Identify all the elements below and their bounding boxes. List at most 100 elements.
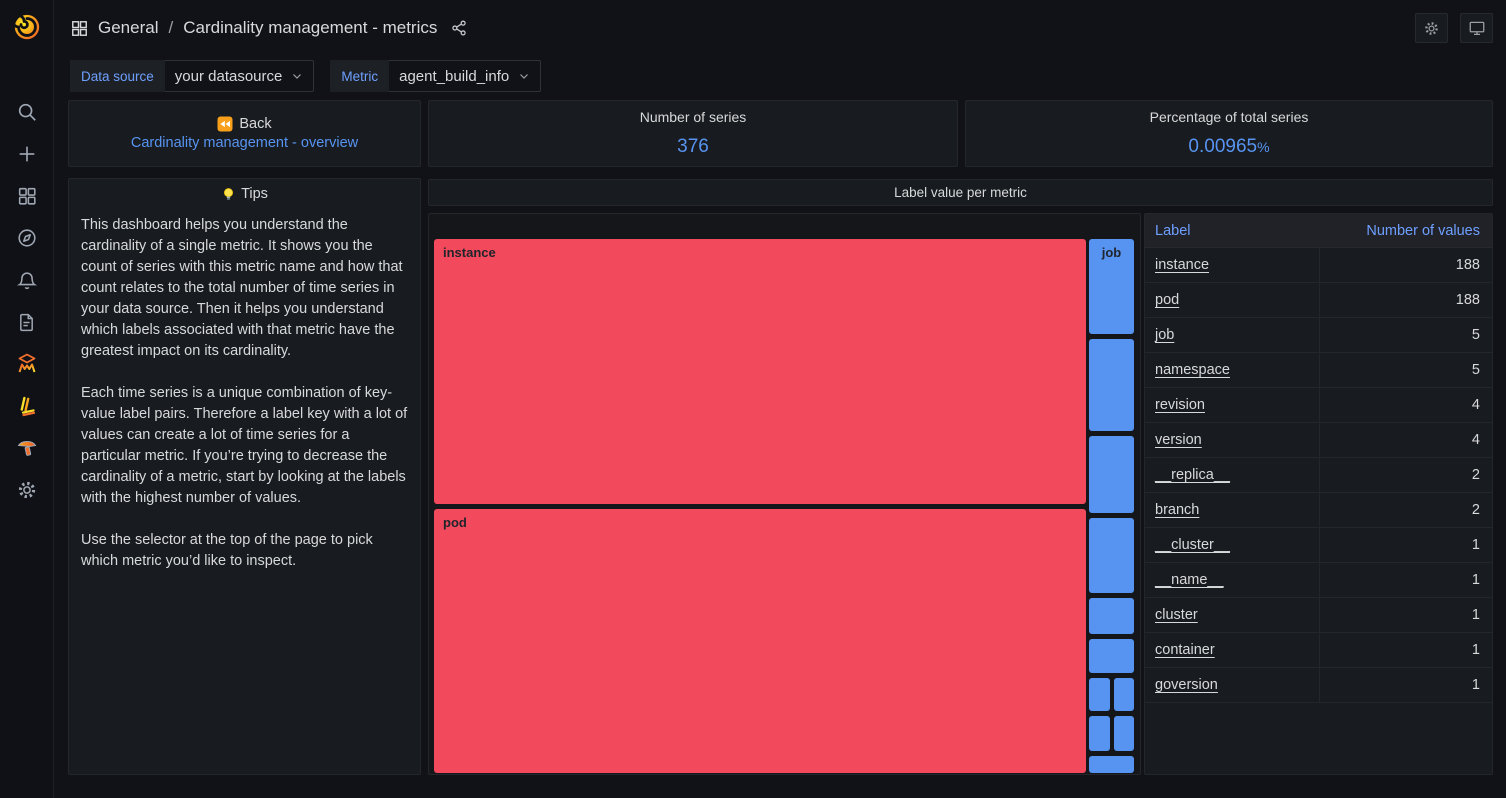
treemap-block-goversion[interactable] (1089, 756, 1134, 773)
sidebar-item-loki[interactable] (7, 386, 47, 426)
tempo-app-icon (15, 436, 39, 460)
grafana-logo[interactable] (10, 10, 44, 44)
label-cell: goversion (1145, 668, 1320, 702)
sidebar-item-dashboards[interactable] (7, 176, 47, 216)
table-row: version 4 (1145, 423, 1492, 458)
value-cell: 5 (1320, 318, 1492, 352)
label-link-__cluster__[interactable]: __cluster__ (1155, 537, 1230, 553)
top-actions (1415, 13, 1493, 43)
value-cell: 5 (1320, 353, 1492, 387)
share-dashboard-button[interactable] (450, 19, 468, 37)
breadcrumb-section[interactable]: General (98, 18, 158, 38)
label-cell: instance (1145, 248, 1320, 282)
label-link-version[interactable]: version (1155, 432, 1202, 448)
percentage-unit: % (1257, 139, 1269, 155)
tips-paragraph: Each time series is a unique combination… (81, 383, 408, 509)
treemap-block-namespace[interactable] (1089, 339, 1134, 431)
treemap-block-cluster[interactable] (1089, 716, 1110, 751)
breadcrumb-separator: / (167, 18, 174, 38)
loki-app-icon (15, 394, 39, 418)
label-link-__name__[interactable]: __name__ (1155, 572, 1224, 588)
treemap-panel: instance pod job (428, 213, 1141, 775)
column-header-label[interactable]: Label (1145, 214, 1320, 247)
table-row: branch2 (1145, 493, 1492, 528)
value-cell: 1 (1320, 528, 1492, 562)
rewind-icon (217, 116, 233, 132)
sidebar-item-explore[interactable] (7, 218, 47, 258)
tips-title-text: Tips (241, 186, 268, 202)
treemap-block-instance[interactable]: instance (434, 239, 1086, 504)
value-cell: 188 (1320, 248, 1492, 282)
table-row: namespace 5 (1145, 353, 1492, 388)
value-cell: 1 (1320, 598, 1492, 632)
label-link-job[interactable]: job (1155, 327, 1174, 343)
tips-paragraph: This dashboard helps you understand the … (81, 215, 408, 362)
label-link-branch[interactable]: branch (1155, 502, 1199, 518)
label-values-table-panel: Label Number of values instance 188 pod 188… (1144, 213, 1493, 775)
label-cell: branch (1145, 493, 1320, 527)
label-link-pod[interactable]: pod (1155, 292, 1179, 308)
table-row: __name__ 1 (1145, 563, 1492, 598)
table-row: job 5 (1145, 318, 1492, 353)
treemap-block-__name__[interactable] (1114, 678, 1135, 711)
metric-variable: Metric agent_build_info (330, 60, 541, 92)
dashboard-settings-button[interactable] (1415, 13, 1448, 43)
label-value-per-metric-header[interactable]: Label value per metric (428, 179, 1493, 206)
back-overview-link[interactable]: Cardinality management - overview (131, 135, 358, 151)
row-title-text: Label value per metric (894, 185, 1027, 200)
treemap-block-branch[interactable] (1089, 639, 1134, 673)
table-header: Label Number of values (1145, 214, 1492, 248)
back-panel: Back Cardinality management - overview (68, 100, 421, 167)
sidebar-item-settings[interactable] (7, 470, 47, 510)
kiosk-mode-button[interactable] (1460, 13, 1493, 43)
top-navigation: General / Cardinality management - metri… (54, 0, 1506, 56)
label-link-goversion[interactable]: goversion (1155, 677, 1218, 693)
label-link-cluster[interactable]: cluster (1155, 607, 1198, 623)
label-link-namespace[interactable]: namespace (1155, 362, 1230, 378)
label-cell: namespace (1145, 353, 1320, 387)
value-cell: 1 (1320, 563, 1492, 597)
grafana-dashboard: General / Cardinality management - metri… (0, 0, 1506, 798)
bell-icon (16, 269, 38, 291)
table-row: instance 188 (1145, 248, 1492, 283)
sidebar-item-tempo[interactable] (7, 428, 47, 468)
treemap-block-__cluster__[interactable] (1089, 678, 1110, 711)
datasource-select[interactable]: your datasource (165, 60, 315, 92)
grafana-logo-icon (12, 12, 42, 42)
table-row: __replica__2 (1145, 458, 1492, 493)
treemap-block-container[interactable] (1114, 716, 1135, 751)
sidebar (0, 0, 54, 798)
table-row: goversion1 (1145, 668, 1492, 703)
label-cell: job (1145, 318, 1320, 352)
label-link-container[interactable]: container (1155, 642, 1215, 658)
label-link-revision[interactable]: revision (1155, 397, 1205, 413)
sidebar-item-docs[interactable] (7, 302, 47, 342)
label-cell: __replica__ (1145, 458, 1320, 492)
dashboard-grid-icon (70, 19, 89, 38)
label-link-__replica__[interactable]: __replica__ (1155, 467, 1230, 483)
treemap-block-pod[interactable]: pod (434, 509, 1086, 773)
metric-select[interactable]: agent_build_info (389, 60, 541, 92)
sidebar-item-search[interactable] (7, 92, 47, 132)
metric-selected-value: agent_build_info (399, 68, 509, 85)
treemap-block-version[interactable] (1089, 518, 1134, 593)
label-link-instance[interactable]: instance (1155, 257, 1209, 273)
sidebar-item-mimir[interactable] (7, 344, 47, 384)
treemap-block-label: instance (443, 245, 496, 260)
search-icon (16, 101, 38, 123)
chevron-down-icon (291, 70, 303, 82)
treemap-block-revision[interactable] (1089, 436, 1134, 513)
share-icon (450, 19, 468, 37)
treemap-block-job[interactable]: job (1089, 239, 1134, 334)
value-cell: 4 (1320, 423, 1492, 457)
lightbulb-icon (221, 187, 236, 202)
breadcrumb: General / Cardinality management - metri… (70, 18, 468, 38)
column-header-number-of-values[interactable]: Number of values (1320, 214, 1492, 247)
sidebar-item-alerting[interactable] (7, 260, 47, 300)
panel-title: Number of series (429, 101, 957, 125)
sidebar-item-create[interactable] (7, 134, 47, 174)
gear-icon (16, 479, 38, 501)
treemap-block-label: job (1089, 245, 1134, 260)
label-cell: __name__ (1145, 563, 1320, 597)
treemap-block-__replica__[interactable] (1089, 598, 1134, 634)
